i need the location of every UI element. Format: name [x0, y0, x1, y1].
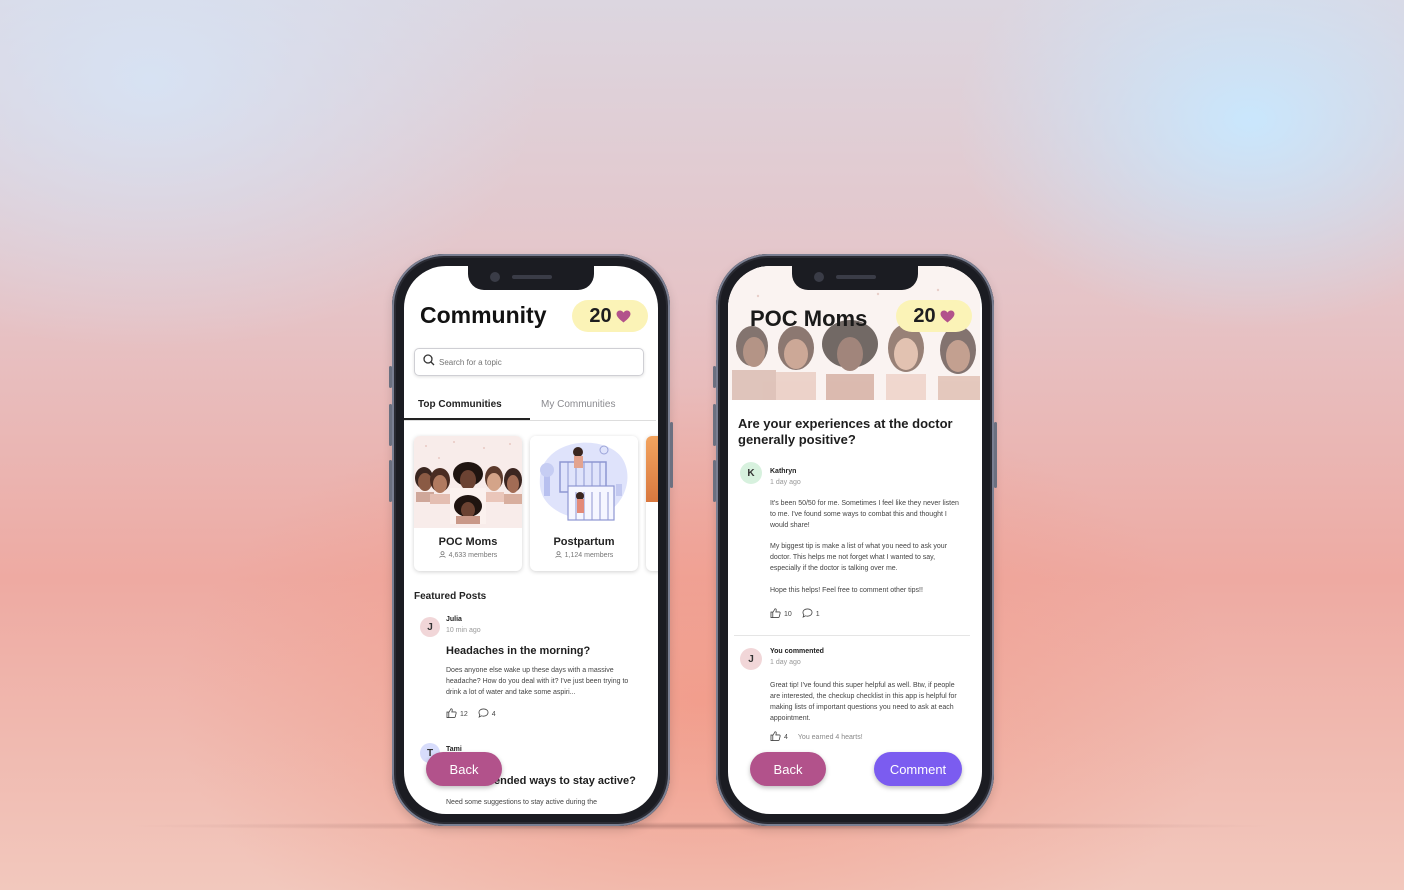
post-author: Kathryn [770, 468, 797, 475]
post-author: Julia [446, 616, 462, 623]
community-card-peek[interactable] [646, 436, 658, 571]
person-icon [555, 551, 562, 560]
power-button [994, 422, 997, 488]
like-count: 12 [460, 710, 468, 718]
post-paragraph: My biggest tip is make a list of what yo… [770, 543, 948, 572]
heart-icon [940, 309, 955, 323]
search-icon [423, 353, 435, 371]
like-count: 4 [784, 733, 788, 741]
post-paragraph: Hope this helps! Feel free to comment ot… [770, 587, 923, 594]
thumbs-up-icon [770, 731, 781, 743]
community-name: Postpartum [553, 536, 615, 548]
community-detail-screen: POC Moms 20 Are your experiences at the … [728, 266, 982, 814]
tab-my-communities[interactable]: My Communities [541, 399, 615, 410]
community-title: POC Moms [750, 306, 868, 331]
avatar: J [420, 617, 440, 637]
post-body: Does anyone else wake up these days with… [446, 667, 629, 696]
comment-count: 4 [491, 710, 496, 718]
thumbs-up-icon [446, 708, 457, 720]
earned-hearts-note: You earned 4 hearts! [797, 733, 863, 741]
search-input[interactable] [439, 357, 619, 367]
ground-shadow [120, 822, 1280, 830]
community-tabs: Top Communities My Communities [404, 394, 656, 421]
heart-icon [616, 309, 631, 323]
page-title: Community [420, 302, 547, 328]
community-name: POC Moms [438, 536, 498, 548]
person-icon [439, 551, 446, 560]
reply-author: You commented [770, 648, 824, 655]
post-body: Need some suggestions to stay active dur… [446, 799, 597, 806]
avatar: J [740, 648, 762, 670]
notch [468, 266, 594, 290]
comment-button[interactable]: Comment [874, 752, 962, 786]
thumbs-up-icon [770, 608, 781, 620]
post-paragraph: It's been 50/50 for me. Sometimes I feel… [770, 500, 959, 529]
volume-up-button [389, 404, 392, 446]
comment-count-button[interactable]: 4 [478, 708, 496, 720]
active-tab-indicator [404, 418, 530, 420]
member-count-text: 4,633 members [448, 552, 498, 559]
hearts-badge[interactable]: 20 [896, 300, 972, 332]
community-card-poc-moms[interactable]: POC Moms 4,633 members [414, 436, 522, 571]
back-button[interactable]: Back [426, 752, 502, 786]
phone-community: Community 20 Top Communities My Communit… [389, 254, 673, 826]
community-card-postpartum[interactable]: Postpartum 1,124 members [530, 436, 638, 571]
postpartum-illustration [530, 436, 638, 528]
volume-down-button [713, 460, 716, 502]
post-title[interactable]: ended ways to stay active? [494, 775, 636, 787]
discussion-question: Are your experiences at the doctor gener… [738, 416, 953, 447]
reply-body: Great tip! I've found this super helpful… [770, 682, 957, 722]
member-count-text: 1,124 members [564, 552, 614, 559]
back-button[interactable]: Back [750, 752, 826, 786]
member-count: 1,124 members [530, 551, 638, 560]
volume-up-button [713, 404, 716, 446]
mute-switch [389, 366, 392, 388]
comment-count-button[interactable]: 1 [802, 608, 820, 620]
tab-top-communities[interactable]: Top Communities [418, 399, 502, 410]
like-button[interactable]: 10 [770, 608, 792, 620]
comment-bubble-icon [478, 708, 489, 720]
community-screen: Community 20 Top Communities My Communit… [404, 266, 658, 814]
poc-moms-illustration [414, 436, 522, 528]
search-box[interactable] [414, 348, 644, 376]
hearts-count: 20 [589, 304, 612, 327]
like-count: 10 [784, 610, 792, 618]
comment-bubble-icon [802, 608, 813, 620]
member-count: 4,633 members [414, 551, 522, 560]
reply-time: 1 day ago [770, 659, 801, 666]
featured-posts-heading: Featured Posts [414, 591, 487, 602]
mute-switch [713, 366, 716, 388]
post-stats: 10 1 [770, 608, 820, 620]
post-divider [734, 635, 970, 636]
comment-count: 1 [815, 610, 820, 618]
reply-stats: 4 You earned 4 hearts! [770, 731, 863, 743]
notch [792, 266, 918, 290]
volume-down-button [389, 460, 392, 502]
post-time: 1 day ago [770, 479, 801, 486]
post-title[interactable]: Headaches in the morning? [446, 645, 590, 657]
phone-community-detail: POC Moms 20 Are your experiences at the … [713, 254, 997, 826]
post-stats: 12 4 [446, 708, 496, 720]
avatar: K [740, 462, 762, 484]
power-button [670, 422, 673, 488]
like-button[interactable]: 4 [770, 731, 788, 743]
hearts-count: 20 [913, 304, 936, 327]
hearts-badge[interactable]: 20 [572, 300, 648, 332]
post-time: 10 min ago [446, 627, 481, 634]
like-button[interactable]: 12 [446, 708, 468, 720]
card-art-peek [646, 436, 658, 502]
